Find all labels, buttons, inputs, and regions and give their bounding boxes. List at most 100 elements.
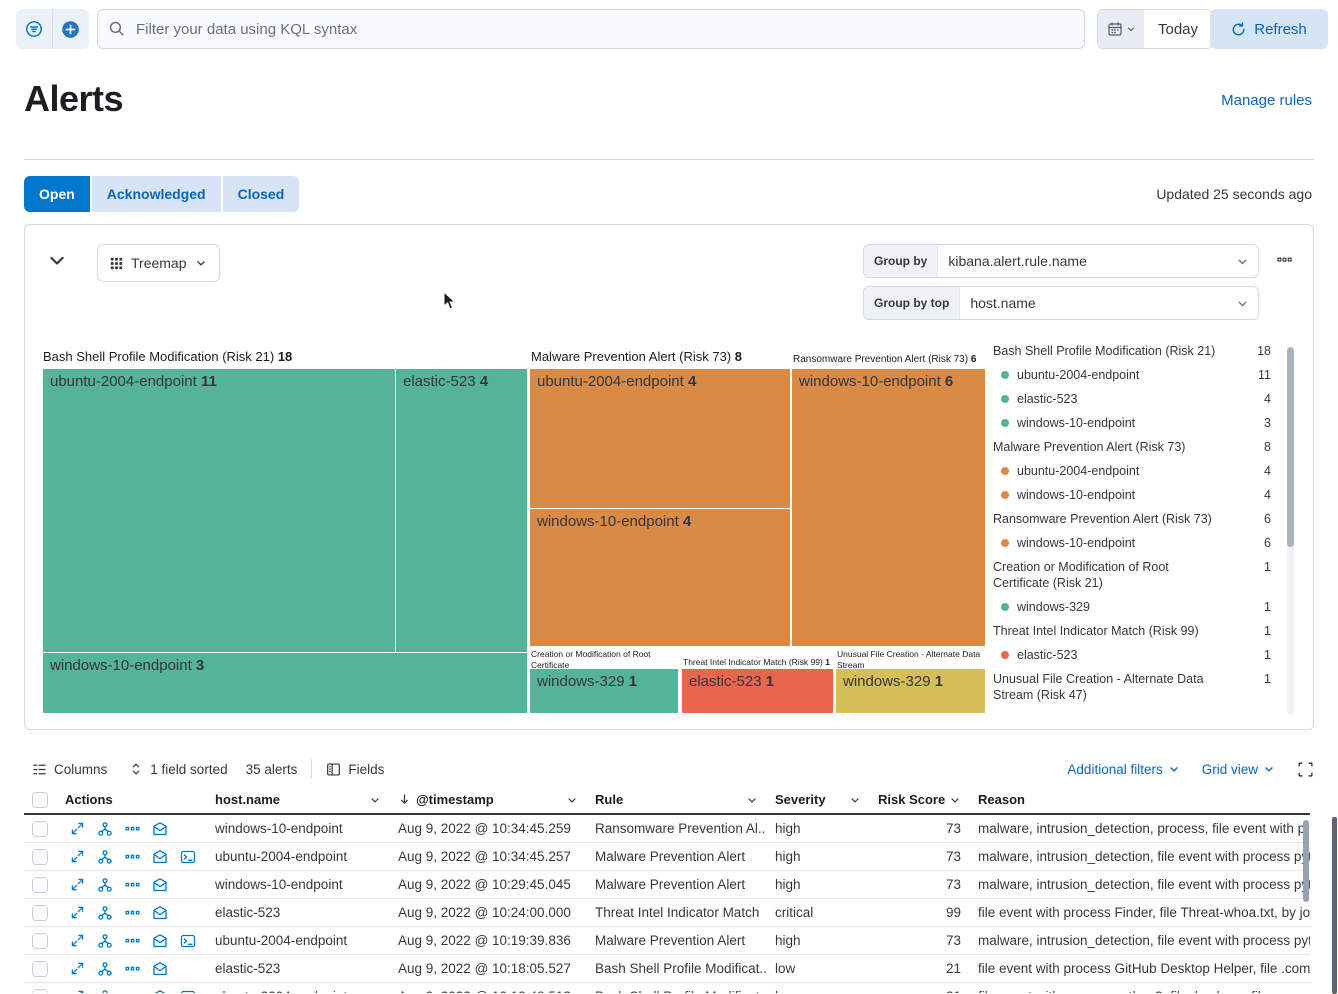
panel-collapse-toggle[interactable] — [47, 251, 67, 271]
additional-filters-button[interactable]: Additional filters — [1067, 762, 1179, 777]
analyze-event-icon[interactable] — [97, 849, 113, 865]
more-actions-icon[interactable] — [125, 849, 140, 864]
fields-button[interactable]: Fields — [326, 762, 384, 777]
row-checkbox[interactable] — [32, 821, 48, 837]
investigate-in-timeline-icon[interactable] — [152, 905, 168, 921]
legend-item[interactable]: windows-10-endpoint6 — [993, 531, 1271, 555]
row-checkbox[interactable] — [32, 989, 48, 994]
analyze-event-icon[interactable] — [97, 933, 113, 949]
treemap-cell[interactable]: windows-10-endpoint 3 — [43, 653, 527, 713]
row-checkbox[interactable] — [32, 961, 48, 977]
investigate-in-timeline-icon[interactable] — [152, 877, 168, 893]
legend-item[interactable]: windows-3291 — [993, 595, 1271, 619]
open-session-view-icon[interactable] — [180, 933, 196, 949]
analyze-event-icon[interactable] — [97, 961, 113, 977]
legend-group[interactable]: Ransomware Prevention Alert (Risk 73)6 — [993, 507, 1271, 531]
select-all-checkbox[interactable] — [32, 792, 48, 808]
legend-group[interactable]: Malware Prevention Alert (Risk 73)8 — [993, 435, 1271, 459]
expand-alert-icon[interactable] — [70, 849, 85, 864]
manage-rules-link[interactable]: Manage rules — [1221, 92, 1312, 109]
analyze-event-icon[interactable] — [97, 821, 113, 837]
treemap-cell[interactable]: windows-329 1 — [530, 669, 678, 713]
column-header--timestamp[interactable]: @timestamp — [389, 786, 586, 813]
treemap-cell[interactable]: ubuntu-2004-endpoint 4 — [530, 369, 790, 508]
legend-item[interactable]: ubuntu-2004-endpoint4 — [993, 459, 1271, 483]
column-actions-icon[interactable] — [949, 794, 961, 806]
column-actions-icon[interactable] — [849, 794, 861, 806]
more-actions-icon[interactable] — [125, 961, 140, 976]
legend-item[interactable]: windows-10-endpoint4 — [993, 483, 1271, 507]
row-checkbox[interactable] — [32, 905, 48, 921]
tab-acknowledged[interactable]: Acknowledged — [92, 176, 221, 212]
date-quick-select-today[interactable]: Today — [1144, 10, 1212, 48]
column-actions-icon[interactable] — [369, 794, 381, 806]
analyze-event-icon[interactable] — [97, 989, 113, 994]
investigate-in-timeline-icon[interactable] — [152, 849, 168, 865]
column-actions-icon[interactable] — [566, 794, 578, 806]
saved-query-menu-button[interactable] — [16, 9, 52, 49]
investigate-in-timeline-icon[interactable] — [152, 821, 168, 837]
treemap-cell[interactable]: windows-329 1 — [836, 669, 985, 713]
legend-group[interactable]: Bash Shell Profile Modification (Risk 21… — [993, 339, 1271, 363]
grid-icon — [110, 257, 123, 270]
treemap-cell[interactable]: windows-10-endpoint 6 — [792, 369, 985, 646]
date-picker-menu-button[interactable] — [1098, 10, 1144, 48]
add-filter-button[interactable] — [52, 9, 88, 49]
more-actions-icon[interactable] — [125, 933, 140, 948]
chart-type-select[interactable]: Treemap — [97, 244, 220, 282]
grid-view-button[interactable]: Grid view — [1202, 762, 1275, 777]
expand-alert-icon[interactable] — [70, 933, 85, 948]
legend-item[interactable]: elastic-5234 — [993, 387, 1271, 411]
expand-alert-icon[interactable] — [70, 877, 85, 892]
investigate-in-timeline-icon[interactable] — [152, 933, 168, 949]
legend-group[interactable]: Threat Intel Indicator Match (Risk 99)1 — [993, 619, 1271, 643]
grid-scrollbar-thumb[interactable] — [1303, 820, 1309, 902]
open-session-view-icon[interactable] — [180, 849, 196, 865]
more-actions-icon[interactable] — [125, 821, 140, 836]
analyze-event-icon[interactable] — [97, 877, 113, 893]
group-by-top-select[interactable]: host.name — [960, 287, 1236, 319]
legend-item[interactable]: windows-10-endpoint3 — [993, 411, 1271, 435]
group-by-select[interactable]: kibana.alert.rule.name — [938, 245, 1236, 277]
refresh-button[interactable]: Refresh — [1210, 9, 1328, 49]
treemap-cell[interactable]: elastic-523 4 — [396, 369, 527, 652]
investigate-in-timeline-icon[interactable] — [152, 989, 168, 994]
row-checkbox[interactable] — [32, 933, 48, 949]
tab-open[interactable]: Open — [24, 176, 90, 212]
tab-closed[interactable]: Closed — [223, 176, 300, 212]
treemap-cell[interactable]: windows-10-endpoint 4 — [530, 509, 790, 646]
more-actions-icon[interactable] — [125, 989, 140, 993]
column-header-rule[interactable]: Rule — [586, 786, 766, 813]
analyze-event-icon[interactable] — [97, 905, 113, 921]
more-actions-icon[interactable] — [125, 905, 140, 920]
investigate-in-timeline-icon[interactable] — [152, 961, 168, 977]
page-scrollbar-thumb[interactable] — [1332, 817, 1337, 994]
legend-item[interactable]: ubuntu-2004-endpoint11 — [993, 363, 1271, 387]
expand-alert-icon[interactable] — [70, 905, 85, 920]
fullscreen-button[interactable] — [1297, 761, 1314, 778]
expand-alert-icon[interactable] — [70, 821, 85, 836]
legend-scrollbar-thumb[interactable] — [1287, 347, 1294, 547]
more-actions-icon[interactable] — [125, 877, 140, 892]
column-title: Severity — [775, 792, 826, 807]
expand-alert-icon[interactable] — [70, 989, 85, 993]
column-actions-icon[interactable] — [746, 794, 758, 806]
panel-options-button[interactable] — [1271, 248, 1297, 270]
sorted-fields-button[interactable]: 1 field sorted — [129, 762, 227, 777]
column-header-host-name[interactable]: host.name — [206, 786, 389, 813]
legend-group[interactable]: Unusual File Creation - Alternate Data S… — [993, 667, 1271, 707]
columns-button[interactable]: Columns — [32, 762, 107, 777]
kql-search-input[interactable] — [97, 9, 1085, 49]
column-header-reason[interactable]: Reason — [969, 786, 1310, 813]
expand-alert-icon[interactable] — [70, 961, 85, 976]
date-picker-group: Today — [1097, 9, 1213, 49]
treemap-cell[interactable]: ubuntu-2004-endpoint 11 — [43, 369, 395, 652]
legend-group[interactable]: Creation or Modification of Root Certifi… — [993, 555, 1271, 595]
column-header-risk-score[interactable]: Risk Score — [869, 786, 969, 813]
row-checkbox[interactable] — [32, 849, 48, 865]
row-checkbox[interactable] — [32, 877, 48, 893]
column-header-severity[interactable]: Severity — [766, 786, 869, 813]
legend-item[interactable]: elastic-5231 — [993, 643, 1271, 667]
open-session-view-icon[interactable] — [180, 989, 196, 994]
treemap-cell[interactable]: elastic-523 1 — [682, 669, 833, 713]
